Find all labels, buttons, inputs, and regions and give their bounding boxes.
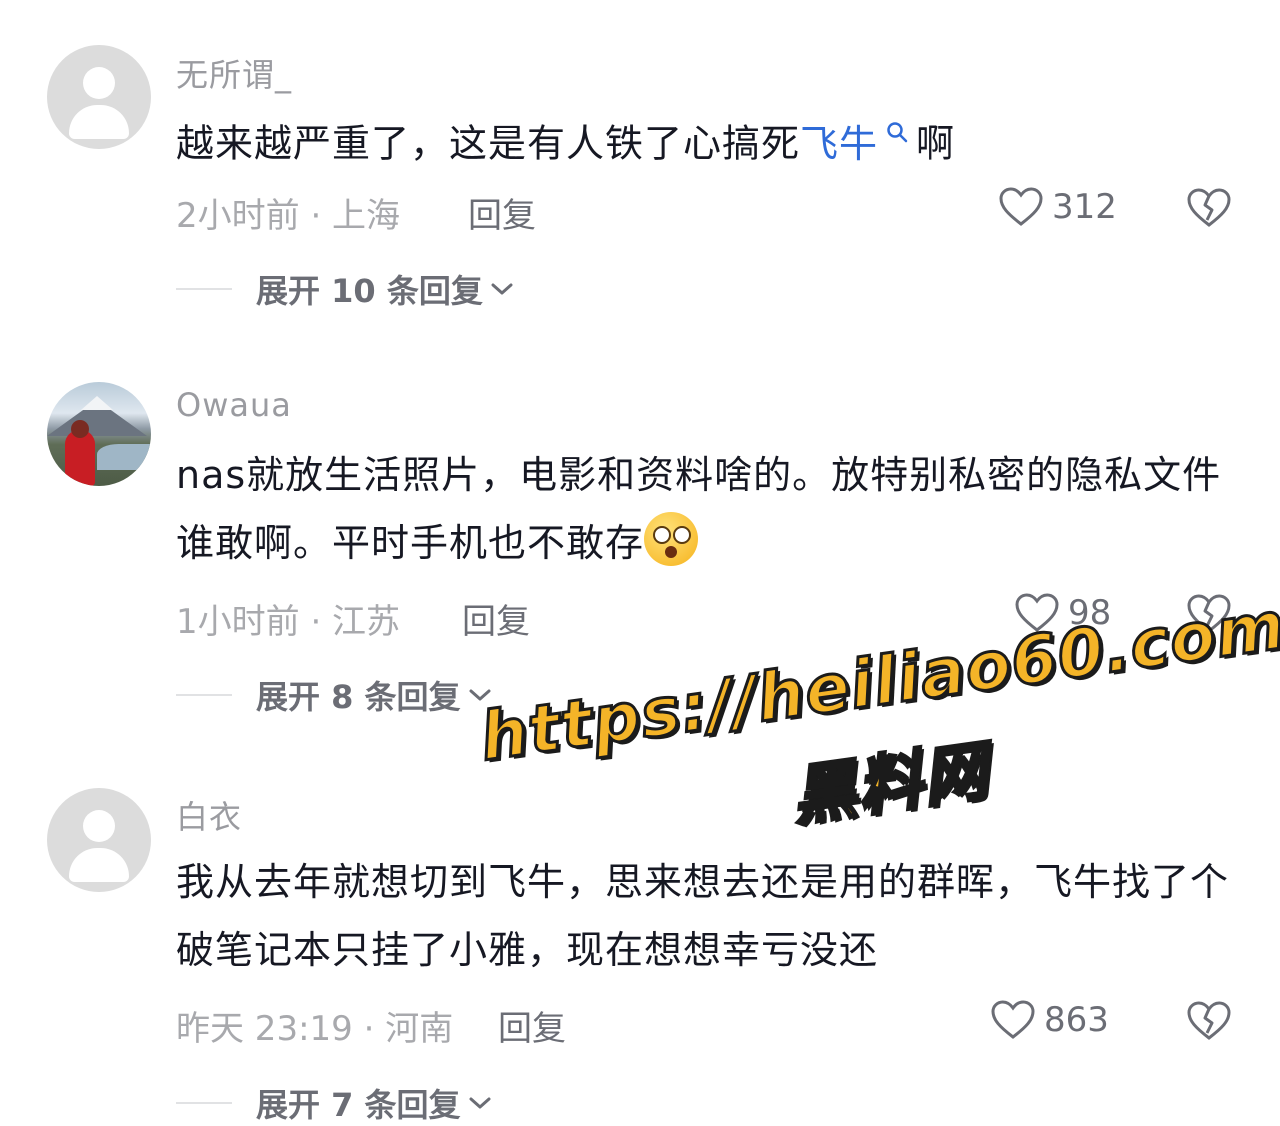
comment-text: 越来越严重了，这是有人铁了心搞死飞牛 啊 xyxy=(176,103,1236,178)
reply-button[interactable]: 回复 xyxy=(468,188,536,237)
watermark-url: https://heiliao60.com xyxy=(474,585,1280,777)
watermark-name: 黑料网 xyxy=(786,733,995,837)
divider xyxy=(176,288,232,290)
reply-button[interactable]: 回复 xyxy=(462,594,530,643)
expand-replies-button[interactable]: 展开 8 条回复 xyxy=(176,672,493,718)
like-button[interactable]: 312 xyxy=(998,186,1117,228)
time-location: 1小时前 · 江苏 xyxy=(176,602,401,642)
like-count: 312 xyxy=(1052,187,1117,227)
time-location: 昨天 23:19 · 河南 xyxy=(176,1009,454,1049)
chevron-down-icon xyxy=(469,689,491,701)
divider xyxy=(176,694,232,696)
time-location: 2小时前 · 上海 xyxy=(176,196,401,236)
comment-text: nas就放生活照片，电影和资料啥的。放特别私密的隐私文件谁敢啊。平时手机也不敢存 xyxy=(176,441,1236,577)
dislike-icon[interactable] xyxy=(1186,1000,1232,1042)
comment-text: 我从去年就想切到飞牛，思来想去还是用的群晖，飞牛找了个破笔记本只挂了小雅，现在想… xyxy=(176,860,1230,972)
username[interactable]: Owaua xyxy=(176,386,292,424)
heart-icon xyxy=(1015,593,1059,632)
like-count: 863 xyxy=(1044,1000,1109,1040)
dislike-icon[interactable] xyxy=(1186,593,1232,635)
comment-text-part: nas就放生活照片，电影和资料啥的。放特别私密的隐私文件谁敢啊。平时手机也不敢存 xyxy=(176,453,1222,565)
heart-icon xyxy=(991,1000,1035,1039)
comment-text-part: 越来越严重了，这是有人铁了心搞死 xyxy=(176,121,801,166)
shocked-face-emoji-icon xyxy=(644,512,699,566)
like-button[interactable]: 863 xyxy=(990,999,1109,1041)
expand-replies-label: 展开 7 条回复 xyxy=(256,1086,461,1124)
dislike-icon[interactable] xyxy=(1186,187,1232,229)
username[interactable]: 白衣 xyxy=(176,792,242,838)
watermark: https://heiliao60.com 黑料网 xyxy=(470,554,1280,888)
comment-text-part: 啊 xyxy=(916,121,956,166)
expand-replies-label: 展开 8 条回复 xyxy=(256,678,461,716)
chevron-down-icon xyxy=(491,283,513,295)
like-button[interactable]: 98 xyxy=(1014,592,1111,634)
expand-replies-button[interactable]: 展开 10 条回复 xyxy=(176,266,515,312)
avatar[interactable] xyxy=(47,45,151,149)
chevron-down-icon xyxy=(469,1097,491,1109)
avatar[interactable] xyxy=(47,382,151,486)
expand-replies-label: 展开 10 条回复 xyxy=(256,272,483,310)
search-link-label: 飞牛 xyxy=(800,121,879,166)
divider xyxy=(176,1102,232,1104)
heart-icon xyxy=(999,187,1043,226)
expand-replies-button[interactable]: 展开 7 条回复 xyxy=(176,1080,493,1126)
avatar[interactable] xyxy=(47,788,151,892)
username[interactable]: 无所谓_ xyxy=(176,50,292,96)
like-count: 98 xyxy=(1068,593,1112,633)
search-icon xyxy=(878,122,916,149)
search-link[interactable]: 飞牛 xyxy=(800,122,916,166)
reply-button[interactable]: 回复 xyxy=(498,1001,566,1050)
